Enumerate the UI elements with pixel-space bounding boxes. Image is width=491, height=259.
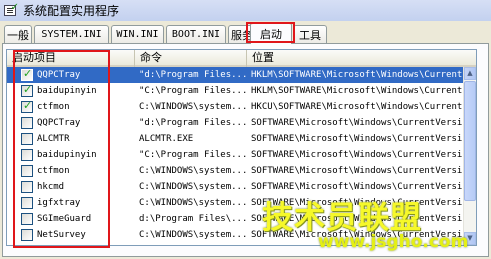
tab-win-ini[interactable]: WIN.INI	[111, 25, 164, 43]
startup-item-location: SOFTWARE\Microsoft\Windows\CurrentVersi.…	[251, 166, 465, 176]
title-bar: ✓ 系统配置实用程序	[0, 0, 491, 21]
startup-item-command: "C:\Program Files...	[139, 150, 247, 160]
startup-item-location: SOFTWARE\Microsoft\Windows\CurrentVersi.…	[251, 118, 465, 128]
startup-items-highlight	[13, 50, 110, 248]
startup-item-location: HKCU\SOFTWARE\Microsoft\Windows\Current.…	[251, 102, 465, 112]
startup-tab-highlight	[246, 22, 295, 43]
startup-item-command: C:\WINDOWS\system...	[139, 182, 247, 192]
watermark-text: 技术员联盟	[262, 200, 422, 236]
tab-general[interactable]: 一般	[4, 25, 32, 43]
startup-item-location: SOFTWARE\Microsoft\Windows\CurrentVersi.…	[251, 134, 465, 144]
startup-item-command: C:\WINDOWS\system...	[139, 198, 247, 208]
scroll-up-button[interactable]: ▲	[464, 67, 476, 80]
scroll-thumb[interactable]	[464, 81, 476, 201]
startup-item-command: d:\Program Files\...	[139, 214, 247, 224]
window-title: 系统配置实用程序	[23, 4, 120, 18]
column-header-location[interactable]: 位置	[247, 50, 476, 67]
tab-system-ini[interactable]: SYSTEM.INI	[34, 25, 109, 43]
tab-boot-ini[interactable]: BOOT.INI	[166, 25, 226, 43]
tab-tools[interactable]: 工具	[293, 25, 327, 43]
startup-item-command: ALCMTR.EXE	[139, 134, 194, 144]
startup-item-command: "d:\Program Files...	[139, 118, 247, 128]
startup-item-location: SOFTWARE\Microsoft\Windows\CurrentVersi.…	[251, 150, 465, 160]
startup-item-command: C:\WINDOWS\system...	[139, 230, 247, 240]
column-header-command[interactable]: 命令	[135, 50, 247, 67]
startup-item-location: HKLM\SOFTWARE\Microsoft\Windows\Current.…	[251, 70, 465, 80]
startup-item-command: C:\WINDOWS\system...	[139, 166, 247, 176]
startup-item-command: "d:\Program Files...	[139, 70, 247, 80]
msconfig-app-icon: ✓	[4, 2, 19, 18]
startup-item-command: "C:\Program Files...	[139, 86, 247, 96]
watermark-url: www.jsgho.com	[318, 232, 469, 252]
vertical-scrollbar[interactable]: ▲ ▼	[463, 67, 476, 245]
startup-item-location: HKLM\SOFTWARE\Microsoft\Windows\Current.…	[251, 86, 465, 96]
startup-item-command: C:\WINDOWS\system...	[139, 243, 247, 245]
startup-item-command: C:\WINDOWS\system...	[139, 102, 247, 112]
